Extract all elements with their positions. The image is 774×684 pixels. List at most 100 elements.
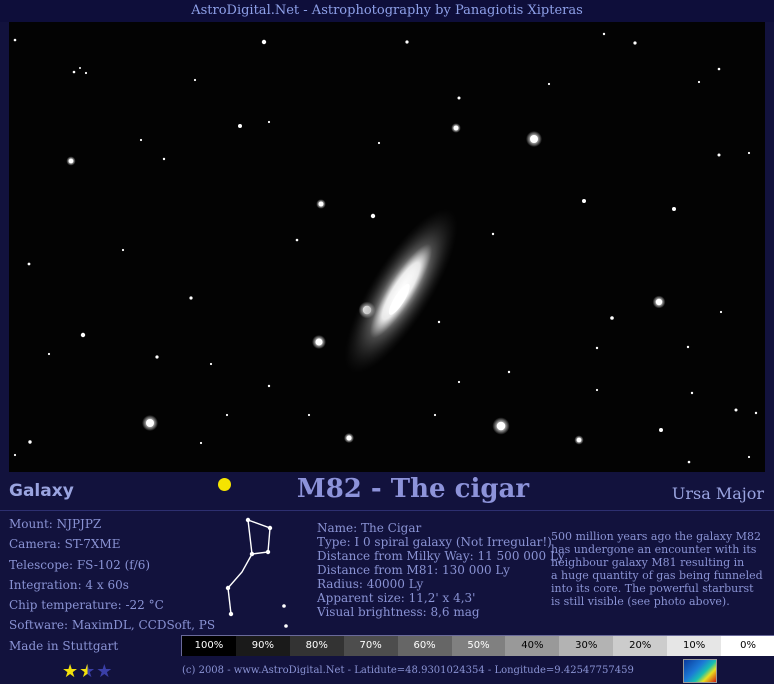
star	[68, 158, 74, 164]
star	[377, 141, 381, 145]
star	[595, 346, 599, 350]
star	[734, 408, 738, 412]
star	[405, 40, 409, 44]
astro-photo	[9, 22, 765, 472]
star-half-icon[interactable]: ★	[79, 661, 96, 682]
star	[457, 96, 461, 100]
star	[72, 70, 76, 74]
star	[28, 440, 32, 444]
star	[295, 238, 299, 242]
star	[27, 262, 31, 266]
star	[717, 153, 721, 157]
star	[747, 151, 751, 155]
star	[318, 201, 324, 207]
star	[655, 298, 663, 306]
site-header[interactable]: AstroDigital.Net - Astrophotography by P…	[0, 0, 774, 22]
description-line: has undergone an encounter with its	[551, 543, 757, 556]
star	[686, 345, 690, 349]
scale-cell: 10%	[667, 636, 722, 656]
detail-mount: Mount: NJPJPZ	[9, 517, 102, 531]
m82-galaxy-image	[9, 22, 765, 472]
object-description: 500 million years ago the galaxy M82 has…	[551, 530, 767, 608]
fact-name: Name: The Cigar	[317, 521, 422, 535]
star	[690, 391, 694, 395]
scale-cell: 60%	[397, 636, 452, 656]
scale-cell: 0%	[721, 636, 774, 656]
fact-visual-brightness: Visual brightness: 8,6 mag	[317, 605, 480, 619]
constellation-name: Ursa Major	[671, 484, 764, 503]
star	[582, 199, 586, 203]
rating[interactable]: ★★★	[62, 661, 113, 682]
scale-cell: 40%	[505, 636, 560, 656]
detail-location: Made in Stuttgart	[9, 638, 119, 653]
star	[267, 384, 271, 388]
scale-cell: 100%	[182, 636, 236, 656]
star	[146, 419, 154, 427]
star	[261, 39, 267, 45]
star	[457, 380, 461, 384]
star	[433, 413, 437, 417]
star	[155, 355, 159, 359]
star	[747, 455, 751, 459]
description-line: neighbour galaxy M81 resulting in	[551, 556, 745, 569]
star	[193, 78, 197, 82]
detail-telescope: Telescope: FS-102 (f/6)	[9, 557, 151, 572]
star	[209, 362, 213, 366]
description-line: is still visible (see photo above).	[551, 595, 730, 608]
star	[121, 248, 125, 252]
star	[162, 157, 166, 161]
star	[530, 135, 538, 143]
fact-distance-milky-way: Distance from Milky Way: 11 500 000 Ly	[317, 549, 565, 563]
star	[84, 71, 88, 75]
thumbnail-icon[interactable]	[683, 659, 717, 683]
scale-cell: 30%	[559, 636, 614, 656]
star	[139, 138, 143, 142]
scale-cell: 50%	[451, 636, 506, 656]
star	[576, 437, 582, 443]
star	[370, 213, 376, 219]
description-line: into its core. The powerful starburst	[551, 582, 754, 595]
detail-integration: Integration: 4 x 60s	[9, 577, 129, 592]
star	[189, 296, 193, 300]
detail-software: Software: MaximDL, CCDSoft, PS	[9, 618, 216, 633]
star	[225, 413, 229, 417]
star	[315, 338, 323, 346]
star	[238, 124, 242, 128]
detail-chip-temperature: Chip temperature: -22 °C	[9, 598, 164, 613]
star	[13, 38, 17, 42]
star	[754, 411, 758, 415]
star	[687, 460, 691, 464]
divider	[0, 510, 774, 511]
detail-camera: Camera: ST-7XME	[9, 537, 121, 552]
star	[47, 352, 51, 356]
star	[595, 388, 599, 392]
star	[13, 453, 17, 457]
scale-cell: 70%	[343, 636, 398, 656]
object-facts: Name: The Cigar Type: I 0 spiral galaxy …	[317, 521, 565, 619]
star	[346, 435, 352, 441]
equipment-details: Mount: NJPJPZ Camera: ST-7XME Telescope:…	[9, 516, 216, 658]
fact-distance-m81: Distance from M81: 130 000 Ly	[317, 563, 510, 577]
star	[717, 67, 721, 71]
star	[672, 207, 676, 211]
star	[79, 67, 81, 69]
star	[633, 41, 637, 45]
star	[507, 370, 511, 374]
description-line: 500 million years ago the galaxy M82	[551, 530, 761, 543]
star	[453, 125, 459, 131]
star	[491, 232, 495, 236]
star	[437, 320, 441, 324]
fact-radius: Radius: 40000 Ly	[317, 577, 424, 591]
star	[659, 428, 663, 432]
star-empty-icon[interactable]: ★	[96, 661, 113, 682]
scale-cell: 20%	[613, 636, 668, 656]
scale-cell: 90%	[235, 636, 290, 656]
description-line: a huge quantity of gas being funneled	[551, 569, 763, 582]
object-type: Galaxy	[9, 481, 74, 501]
star	[496, 421, 506, 431]
constellation-map-icon	[225, 517, 288, 628]
star	[307, 413, 311, 417]
star-full-icon[interactable]: ★	[62, 661, 79, 682]
star	[719, 310, 723, 314]
fact-type: Type: I 0 spiral galaxy (Not Irregular!)	[317, 535, 552, 549]
